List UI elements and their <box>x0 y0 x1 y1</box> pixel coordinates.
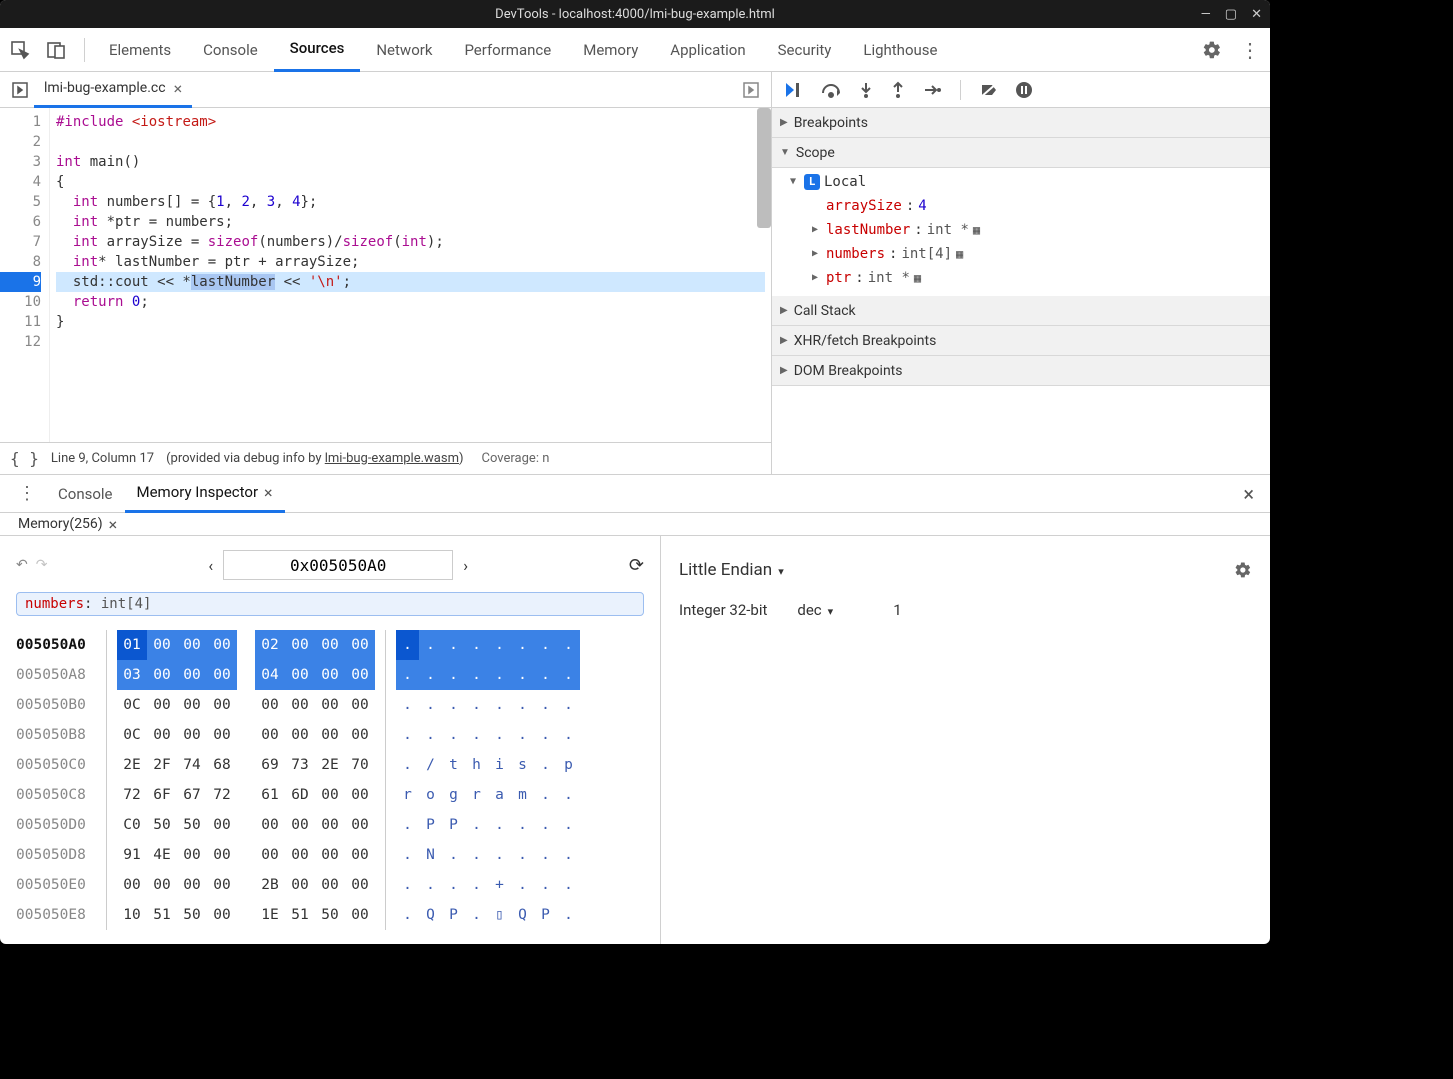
panel-callstack[interactable]: ▶Call Stack <box>772 296 1270 326</box>
hex-row[interactable]: 005050C8726F6772616D0000rogram.. <box>16 780 644 810</box>
hex-row[interactable]: 005050B80C00000000000000........ <box>16 720 644 750</box>
inspector-settings-icon[interactable] <box>1234 561 1252 579</box>
maximize-icon[interactable]: ▢ <box>1225 7 1237 22</box>
close-memory-inspector-icon[interactable]: × <box>264 483 273 502</box>
tab-sources[interactable]: Sources <box>274 28 361 72</box>
close-memory-tab-icon[interactable]: × <box>109 515 118 534</box>
hex-row[interactable]: 005050D0C050500000000000.PP..... <box>16 810 644 840</box>
tab-performance[interactable]: Performance <box>448 28 567 72</box>
refresh-icon[interactable]: ⟳ <box>629 555 644 576</box>
drawer-tab-console[interactable]: Console <box>46 475 125 513</box>
var-numbers[interactable]: ▶numbers: int[4] ▦ <box>772 242 1270 266</box>
pause-on-exceptions-icon[interactable] <box>1015 81 1033 99</box>
debug-info-source: (provided via debug info by lmi-bug-exam… <box>166 451 463 466</box>
interpreted-value: 1 <box>893 601 901 619</box>
var-arraySize[interactable]: arraySize: 4 <box>772 194 1270 218</box>
wasm-link[interactable]: lmi-bug-example.wasm <box>325 451 459 466</box>
hex-row[interactable]: 005050E8105150001E515000.QP.▯QP. <box>16 900 644 930</box>
hex-viewer[interactable]: 005050A00100000002000000........005050A8… <box>16 630 644 930</box>
address-input[interactable] <box>223 550 453 580</box>
var-ptr[interactable]: ▶ptr: int * ▦ <box>772 266 1270 290</box>
hex-row[interactable]: 005050B00C00000000000000........ <box>16 690 644 720</box>
tab-memory[interactable]: Memory <box>567 28 654 72</box>
close-drawer-icon[interactable]: × <box>1235 482 1262 506</box>
hex-row[interactable]: 005050E0000000002B000000....+... <box>16 870 644 900</box>
reveal-in-memory-icon[interactable]: ▦ <box>973 218 980 242</box>
step-out-icon[interactable] <box>890 81 906 99</box>
history-forward-icon[interactable]: ↷ <box>36 557 48 573</box>
history-back-icon[interactable]: ↶ <box>16 557 28 573</box>
cursor-position: Line 9, Column 17 <box>51 451 154 466</box>
pretty-print-icon[interactable]: { } <box>10 449 39 468</box>
window-title: DevTools - localhost:4000/lmi-bug-exampl… <box>495 7 775 22</box>
value-type-label: Integer 32-bit <box>679 601 767 619</box>
scrollbar-thumb[interactable] <box>757 108 771 228</box>
panel-breakpoints[interactable]: ▶Breakpoints <box>772 108 1270 138</box>
scope-local[interactable]: ▼LLocal <box>772 170 1270 194</box>
close-file-tab-icon[interactable]: × <box>174 79 183 98</box>
coverage-label: Coverage: n <box>482 451 550 466</box>
step-over-icon[interactable] <box>820 81 842 99</box>
hex-row[interactable]: 005050C02E2F746869732E70./this.p <box>16 750 644 780</box>
inspect-element-icon[interactable] <box>10 40 30 60</box>
endianness-select[interactable]: Little Endian ▾ <box>679 560 784 580</box>
tab-network[interactable]: Network <box>360 28 448 72</box>
tab-lighthouse[interactable]: Lighthouse <box>847 28 953 72</box>
settings-gear-icon[interactable] <box>1202 40 1222 60</box>
prev-page-icon[interactable]: ‹ <box>208 556 213 575</box>
deactivate-breakpoints-icon[interactable] <box>979 81 999 99</box>
step-icon[interactable] <box>922 81 942 99</box>
devtools-toolbar: Elements Console Sources Network Perform… <box>0 28 1270 72</box>
chevron-down-icon: ▾ <box>828 605 834 618</box>
tab-elements[interactable]: Elements <box>93 28 187 72</box>
code-editor[interactable]: 123456789101112 #include <iostream>int m… <box>0 108 771 442</box>
drawer-menu-icon[interactable]: ⋮ <box>8 483 46 504</box>
next-page-icon[interactable]: › <box>463 556 468 575</box>
minimize-icon[interactable]: — <box>1201 7 1211 22</box>
run-snippet-icon[interactable] <box>737 81 765 99</box>
format-select[interactable]: dec▾ <box>797 601 833 619</box>
file-tab-label: lmi-bug-example.cc <box>44 80 166 96</box>
memory-tab[interactable]: Memory(256) × <box>8 515 127 534</box>
hex-row[interactable]: 005050D8914E000000000000.N...... <box>16 840 644 870</box>
sources-navigator-icon[interactable] <box>6 81 34 99</box>
kebab-menu-icon[interactable]: ⋮ <box>1240 38 1260 62</box>
window-titlebar: DevTools - localhost:4000/lmi-bug-exampl… <box>0 0 1270 28</box>
step-into-icon[interactable] <box>858 81 874 99</box>
tab-application[interactable]: Application <box>654 28 761 72</box>
close-window-icon[interactable]: ✕ <box>1251 7 1262 22</box>
tab-security[interactable]: Security <box>762 28 848 72</box>
reveal-in-memory-icon[interactable]: ▦ <box>914 266 921 290</box>
file-tab-active[interactable]: lmi-bug-example.cc × <box>34 72 192 108</box>
panel-scope[interactable]: ▼Scope <box>772 138 1270 168</box>
resume-icon[interactable] <box>784 81 804 99</box>
device-toolbar-icon[interactable] <box>46 40 66 60</box>
highlight-chip[interactable]: numbers: int[4] <box>16 592 644 616</box>
chevron-down-icon: ▾ <box>778 565 784 578</box>
panel-dom[interactable]: ▶DOM Breakpoints <box>772 356 1270 386</box>
debugger-toolbar <box>772 72 1270 108</box>
hex-row[interactable]: 005050A80300000004000000........ <box>16 660 644 690</box>
reveal-in-memory-icon[interactable]: ▦ <box>956 242 963 266</box>
hex-row[interactable]: 005050A00100000002000000........ <box>16 630 644 660</box>
tab-console[interactable]: Console <box>187 28 274 72</box>
drawer-tab-memory-inspector[interactable]: Memory Inspector × <box>125 475 285 513</box>
editor-status-bar: { } Line 9, Column 17 (provided via debu… <box>0 442 771 474</box>
panel-xhr[interactable]: ▶XHR/fetch Breakpoints <box>772 326 1270 356</box>
var-lastNumber[interactable]: ▶lastNumber: int * ▦ <box>772 218 1270 242</box>
